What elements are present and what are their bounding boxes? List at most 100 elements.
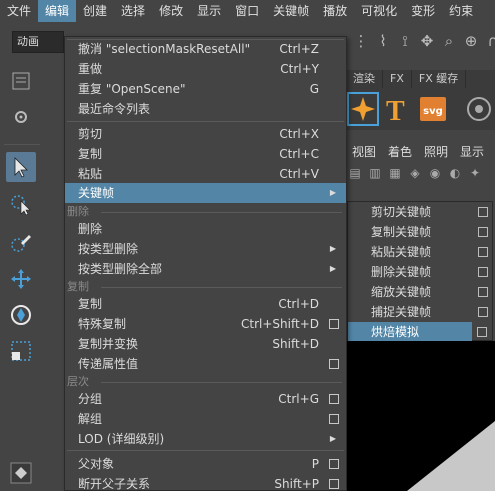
- snap-view-icon[interactable]: ⊕: [462, 29, 480, 53]
- snap-point-icon[interactable]: ✥: [418, 29, 436, 53]
- smooth-shade-icon[interactable]: ◉: [426, 163, 444, 183]
- snap-curve-icon[interactable]: ⌇: [374, 29, 392, 53]
- edit-menu: 撤消 "selectionMaskResetAll" Ctrl+Z 重做 Ctrl+…: [64, 36, 347, 491]
- submenu-item-label: 烘焙模拟: [371, 325, 420, 339]
- submenu-item[interactable]: 粘贴关键帧: [348, 242, 493, 262]
- menu-item-repeat[interactable]: 重复 "OpenScene" G: [65, 79, 346, 99]
- section-duplicate: 复制: [65, 279, 346, 295]
- menu-modify[interactable]: 修改: [152, 0, 190, 22]
- shelf-tabs: 渲染 FX FX 缓存: [346, 70, 495, 88]
- menu-item-duplicate[interactable]: 复制 Ctrl+D: [65, 294, 346, 314]
- layout-icon[interactable]: [6, 458, 36, 488]
- option-box-icon[interactable]: [329, 479, 339, 489]
- svg-tool-icon[interactable]: svg: [420, 97, 446, 121]
- menu-playback[interactable]: 播放: [316, 0, 354, 22]
- menu-item-keys[interactable]: 关键帧 ▶: [65, 183, 346, 203]
- menu-set-dropdown[interactable]: 动画: [12, 31, 64, 53]
- menu-item-delete-all-by-type[interactable]: 按类型删除全部 ▶: [65, 259, 346, 279]
- menu-item-undo[interactable]: 撤消 "selectionMaskResetAll" Ctrl+Z: [65, 39, 346, 59]
- menu-item-delete[interactable]: 删除: [65, 219, 346, 239]
- option-box-icon[interactable]: [478, 207, 488, 217]
- menu-item-recent-commands[interactable]: 最近命令列表: [65, 99, 346, 119]
- paint-select-tool-icon[interactable]: [6, 228, 36, 258]
- camera-icon[interactable]: ▤: [346, 163, 364, 183]
- snap-toolbar: ⋮ ⌇ ⟟ ✥ ⌕ ⊕ ∩ ⌖: [352, 29, 495, 53]
- option-box-icon[interactable]: [478, 267, 488, 277]
- menu-item-copy[interactable]: 复制 Ctrl+C: [65, 144, 346, 164]
- menu-item-cut[interactable]: 剪切 Ctrl+X: [65, 124, 346, 144]
- menu-item-duplicate-special[interactable]: 特殊复制 Ctrl+Shift+D: [65, 314, 346, 334]
- panel-menu-shading[interactable]: 着色: [382, 143, 418, 161]
- menu-item-paste[interactable]: 粘贴 Ctrl+V: [65, 164, 346, 184]
- menu-item-delete-by-type[interactable]: 按类型删除 ▶: [65, 239, 346, 259]
- menu-windows[interactable]: 窗口: [228, 0, 266, 22]
- menu-item-unparent[interactable]: 断开父子关系 Shift+P: [65, 474, 346, 491]
- submenu-arrow-icon: ▶: [329, 434, 336, 443]
- texture-icon[interactable]: ◐: [446, 163, 464, 183]
- menu-item-ungroup[interactable]: 解组: [65, 409, 346, 429]
- menu-item-parent[interactable]: 父对象 P: [65, 454, 346, 474]
- option-box-icon[interactable]: [329, 414, 339, 424]
- menu-visualize[interactable]: 可视化: [354, 0, 404, 22]
- option-box-icon[interactable]: [477, 327, 487, 337]
- option-box-icon[interactable]: [329, 459, 339, 469]
- submenu-item-label: 删除关键帧: [371, 265, 432, 279]
- menu-select[interactable]: 选择: [114, 0, 152, 22]
- select-tool-icon[interactable]: [6, 152, 36, 182]
- viewport[interactable]: [347, 341, 495, 491]
- submenu-item[interactable]: 捕捉关键帧: [348, 302, 493, 322]
- light-icon[interactable]: ✦: [466, 163, 484, 183]
- option-box-icon[interactable]: [478, 247, 488, 257]
- submenu-item-label: 粘贴关键帧: [371, 245, 432, 259]
- scale-tool-icon[interactable]: [6, 336, 36, 366]
- panel-menu-view[interactable]: 视图: [346, 143, 382, 161]
- option-box-icon[interactable]: [478, 287, 488, 297]
- submenu-item[interactable]: 复制关键帧: [348, 222, 493, 242]
- option-box-icon[interactable]: [329, 319, 339, 329]
- wireframe-icon[interactable]: ◈: [406, 163, 424, 183]
- panel-menu-lighting[interactable]: 照明: [418, 143, 454, 161]
- magnet-icon[interactable]: ∩: [484, 29, 495, 53]
- menu-file[interactable]: 文件: [0, 0, 38, 22]
- bookmark-icon[interactable]: ▥: [366, 163, 384, 183]
- shelf-menu-icon[interactable]: [6, 66, 36, 96]
- panel-menu-bar: 视图 着色 照明 显示: [346, 143, 495, 161]
- submenu-item-label: 缩放关键帧: [371, 285, 432, 299]
- sparkle-icon[interactable]: [347, 92, 379, 126]
- menu-create[interactable]: 创建: [76, 0, 114, 22]
- menu-item-transfer-attribute-values[interactable]: 传递属性值: [65, 354, 346, 374]
- rotate-tool-icon[interactable]: [6, 300, 36, 330]
- snap-surface-icon[interactable]: ⌕: [440, 29, 458, 53]
- menu-item-redo[interactable]: 重做 Ctrl+Y: [65, 59, 346, 79]
- grid-icon[interactable]: ▦: [386, 163, 404, 183]
- option-box-icon[interactable]: [478, 227, 488, 237]
- menu-item-group[interactable]: 分组 Ctrl+G: [65, 389, 346, 409]
- snap-grid-icon[interactable]: ⟟: [396, 29, 414, 53]
- menu-edit[interactable]: 编辑: [38, 0, 77, 22]
- submenu-item-label: 捕捉关键帧: [371, 305, 432, 319]
- menu-key[interactable]: 关键帧: [266, 0, 316, 22]
- shelf-content: T svg: [346, 88, 495, 130]
- option-box-icon[interactable]: [478, 307, 488, 317]
- menu-deform[interactable]: 变形: [404, 0, 442, 22]
- panel-toolbar: ▤ ▥ ▦ ◈ ◉ ◐ ✦: [346, 163, 495, 183]
- option-box-icon[interactable]: [329, 359, 339, 369]
- camera-aim-icon[interactable]: [467, 97, 491, 121]
- option-box-icon[interactable]: [329, 394, 339, 404]
- move-tool-icon[interactable]: [6, 264, 36, 294]
- submenu-item[interactable]: 剪切关键帧: [348, 202, 493, 222]
- menu-item-duplicate-with-transform[interactable]: 复制并变换 Shift+D: [65, 334, 346, 354]
- tab-fx[interactable]: FX: [383, 70, 412, 88]
- lasso-tool-icon[interactable]: [6, 190, 36, 220]
- submenu-item[interactable]: 缩放关键帧: [348, 282, 493, 302]
- submenu-item-bake-simulation[interactable]: 烘焙模拟: [348, 322, 472, 342]
- menu-item-lod[interactable]: LOD (详细级别) ▶: [65, 429, 346, 449]
- panel-menu-show[interactable]: 显示: [454, 143, 490, 161]
- text-tool-icon[interactable]: T: [386, 96, 405, 127]
- tab-fx-caching[interactable]: FX 缓存: [412, 70, 467, 88]
- tab-rendering[interactable]: 渲染: [346, 70, 383, 88]
- menu-display[interactable]: 显示: [190, 0, 228, 22]
- settings-icon[interactable]: [6, 102, 36, 132]
- submenu-item[interactable]: 删除关键帧: [348, 262, 493, 282]
- menu-constrain[interactable]: 约束: [442, 0, 480, 22]
